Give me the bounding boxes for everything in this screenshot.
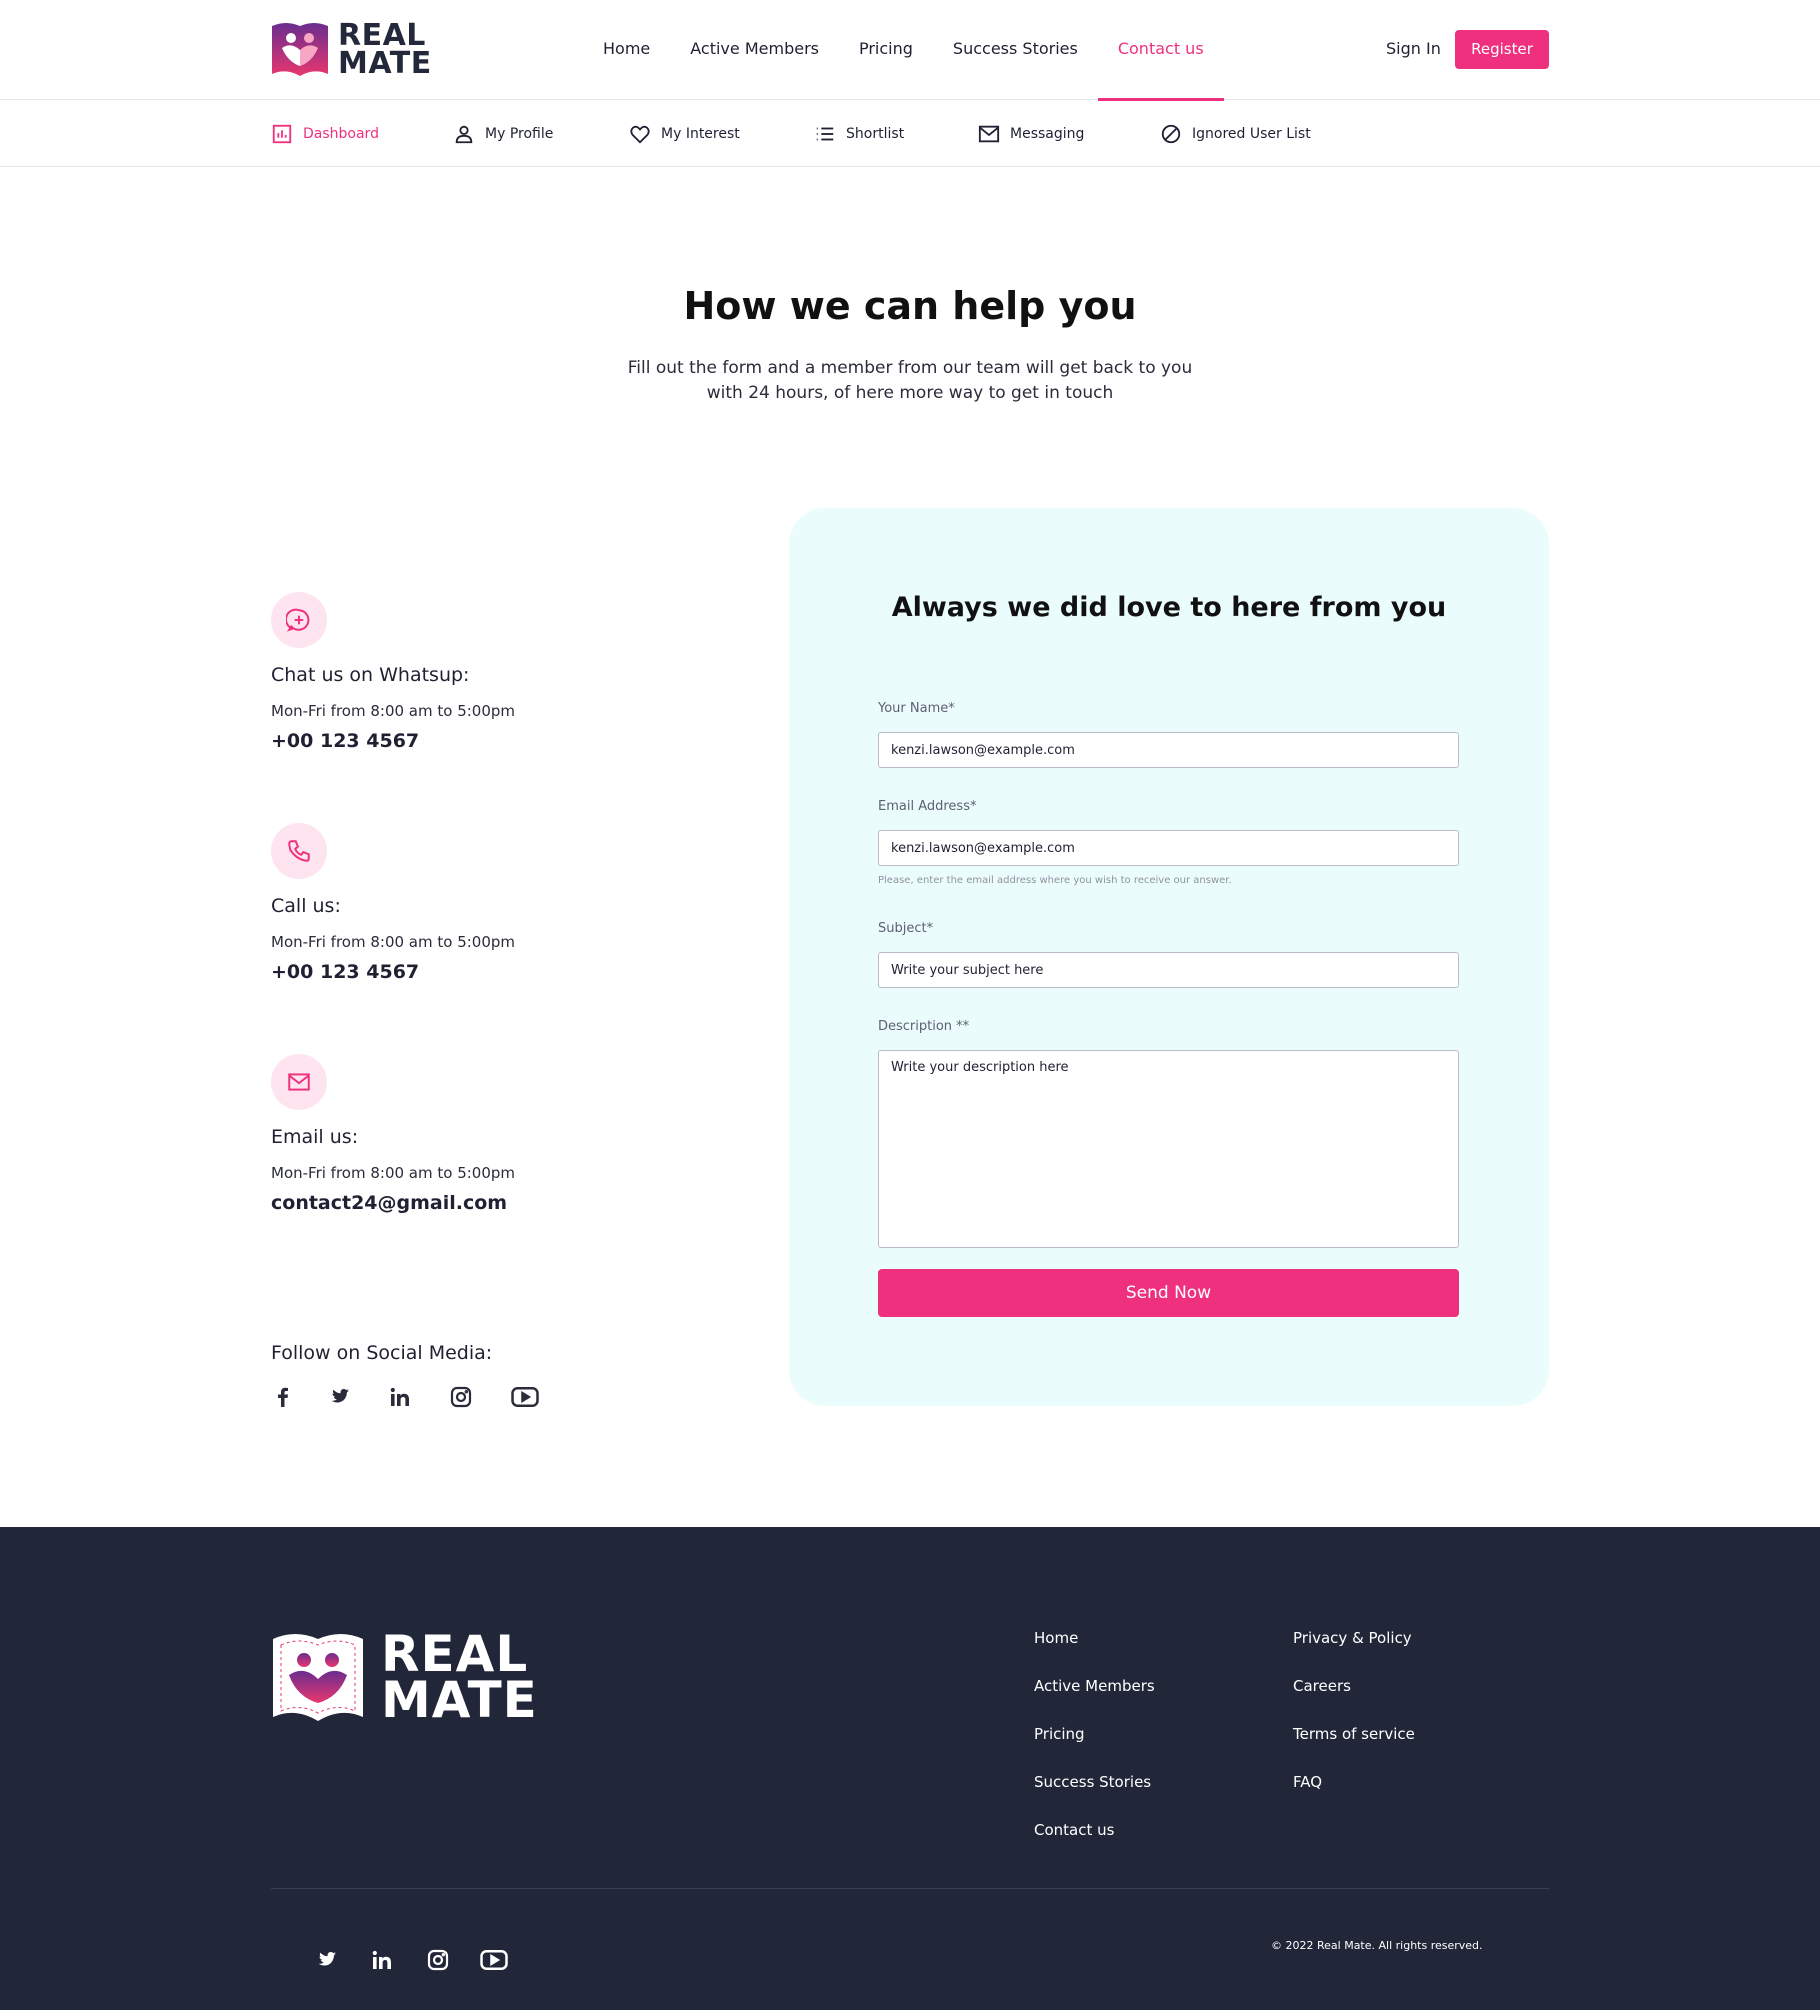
contact-value[interactable]: contact24@gmail.com — [271, 1192, 671, 1214]
contact-hours: Mon-Fri from 8:00 am to 5:00pm — [271, 702, 516, 720]
footer-brand-name: REAL MATE — [381, 1625, 538, 1729]
footer-link-success-stories[interactable]: Success Stories — [1034, 1773, 1155, 1821]
footer-link-pricing[interactable]: Pricing — [1034, 1725, 1155, 1773]
subnav-label: Shortlist — [846, 126, 905, 142]
nav-contact-us[interactable]: Contact us — [1097, 0, 1224, 101]
email-input[interactable] — [878, 830, 1459, 866]
description-textarea[interactable] — [878, 1050, 1459, 1248]
youtube-icon[interactable] — [510, 1382, 540, 1412]
form-title: Always we did love to here from you — [891, 592, 1447, 623]
chat-icon — [271, 592, 327, 648]
nav-home[interactable]: Home — [583, 0, 670, 100]
name-label: Your Name* — [878, 701, 955, 716]
footer-link-terms[interactable]: Terms of service — [1293, 1725, 1415, 1773]
list-icon — [816, 127, 834, 141]
subject-input[interactable] — [878, 952, 1459, 988]
page-title: How we can help you — [683, 284, 1137, 328]
mail-icon — [271, 1054, 327, 1110]
subnav-label: My Interest — [661, 126, 740, 142]
contact-hours: Mon-Fri from 8:00 am to 5:00pm — [271, 933, 516, 951]
footer-link-careers[interactable]: Careers — [1293, 1677, 1415, 1725]
nav-active-members[interactable]: Active Members — [670, 0, 839, 100]
contact-title: Chat us on Whatsup: — [271, 664, 470, 686]
subnav-my-profile[interactable]: My Profile — [453, 101, 553, 167]
linkedin-icon[interactable] — [385, 1382, 415, 1412]
social-title: Follow on Social Media: — [271, 1342, 493, 1364]
brand-name: REAL MATE — [338, 18, 432, 81]
subject-label: Subject* — [878, 921, 934, 936]
page-subtitle: Fill out the form and a member from our … — [627, 358, 1193, 403]
footer-divider — [271, 1888, 1549, 1889]
contact-whatsapp: Chat us on Whatsup: Mon-Fri from 8:00 am… — [271, 592, 671, 752]
linkedin-icon[interactable] — [367, 1945, 397, 1975]
contact-title: Email us: — [271, 1126, 359, 1148]
brand-logo[interactable]: REAL MATE — [270, 18, 432, 82]
contact-title: Call us: — [271, 895, 341, 917]
description-label: Description ** — [878, 1019, 970, 1034]
contact-email: Email us: Mon-Fri from 8:00 am to 5:00pm… — [271, 1054, 671, 1214]
footer-link-contact-us[interactable]: Contact us — [1034, 1821, 1155, 1869]
subnav-label: My Profile — [485, 126, 554, 142]
block-icon — [1161, 124, 1181, 144]
youtube-icon[interactable] — [479, 1945, 509, 1975]
contact-hours: Mon-Fri from 8:00 am to 5:00pm — [271, 1164, 516, 1182]
logo-icon — [273, 1634, 363, 1721]
footer-social-links — [311, 1945, 535, 1975]
send-now-button[interactable]: Send Now — [878, 1269, 1459, 1317]
subnav-label: Messaging — [1010, 126, 1085, 142]
subnav-label: Dashboard — [303, 126, 379, 142]
email-help-text: Please, enter the email address where yo… — [878, 875, 1232, 886]
subnav-messaging[interactable]: Messaging — [978, 101, 1084, 167]
nav-success-stories[interactable]: Success Stories — [933, 0, 1098, 100]
subnav-dashboard[interactable]: Dashboard — [271, 101, 379, 167]
instagram-icon[interactable] — [446, 1382, 476, 1412]
footer-link-home[interactable]: Home — [1034, 1629, 1155, 1677]
nav-pricing[interactable]: Pricing — [839, 0, 933, 100]
name-input[interactable] — [878, 732, 1459, 768]
email-label: Email Address* — [878, 799, 977, 814]
subnav-label: Ignored User List — [1192, 126, 1311, 142]
contact-value[interactable]: +00 123 4567 — [271, 730, 671, 752]
mail-icon — [978, 125, 1000, 143]
footer-links-primary: Home Active Members Pricing Success Stor… — [1034, 1629, 1155, 1869]
contact-call: Call us: Mon-Fri from 8:00 am to 5:00pm … — [271, 823, 671, 983]
subnav-my-interest[interactable]: My Interest — [629, 101, 740, 167]
chart-icon — [272, 124, 292, 144]
sign-in-link[interactable]: Sign In — [1386, 0, 1441, 100]
subnav-ignored-user-list[interactable]: Ignored User List — [1160, 101, 1311, 167]
social-links — [268, 1382, 540, 1412]
footer-links-secondary: Privacy & Policy Careers Terms of servic… — [1293, 1629, 1415, 1821]
copyright-text: © 2022 Real Mate. All rights reserved. — [1271, 1939, 1483, 1952]
main-nav: Home Active Members Pricing Success Stor… — [583, 0, 1224, 101]
footer-link-faq[interactable]: FAQ — [1293, 1773, 1415, 1821]
footer-logo[interactable]: REAL MATE — [271, 1627, 538, 1727]
heart-icon — [630, 125, 650, 144]
twitter-icon[interactable] — [311, 1945, 341, 1975]
top-header: REAL MATE Home Active Members Pricing Suc… — [0, 0, 1820, 101]
dashboard-subnav: Dashboard My Profile My Interest Shortli… — [0, 101, 1820, 167]
logo-icon — [272, 23, 328, 76]
instagram-icon[interactable] — [423, 1945, 453, 1975]
site-footer: REAL MATE Home Active Members Pricing Suc… — [0, 1527, 1820, 2010]
footer-link-privacy[interactable]: Privacy & Policy — [1293, 1629, 1415, 1677]
footer-link-active-members[interactable]: Active Members — [1034, 1677, 1155, 1725]
contact-value[interactable]: +00 123 4567 — [271, 961, 671, 983]
phone-icon — [271, 823, 327, 879]
twitter-icon[interactable] — [324, 1382, 354, 1412]
contact-form-card: Always we did love to here from you Your… — [789, 508, 1549, 1406]
user-icon — [455, 125, 473, 144]
register-button[interactable]: Register — [1455, 30, 1549, 69]
subnav-shortlist[interactable]: Shortlist — [814, 101, 904, 167]
facebook-icon[interactable] — [268, 1382, 298, 1412]
